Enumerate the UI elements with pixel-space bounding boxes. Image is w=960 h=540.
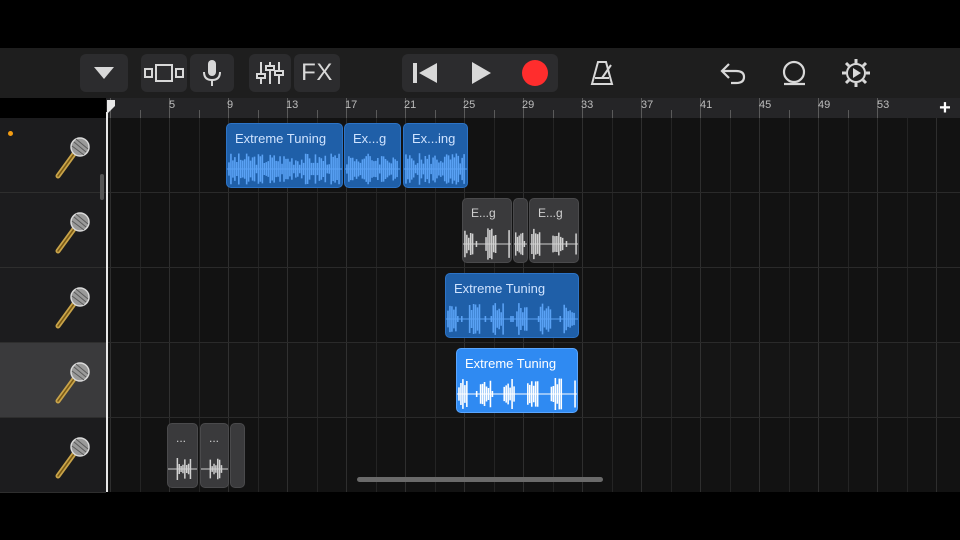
ruler-tick	[729, 110, 731, 118]
audio-region[interactable]: Extreme Tuning	[445, 273, 579, 338]
audio-region[interactable]: Ex...ing	[403, 123, 468, 188]
ruler-tick	[316, 110, 318, 118]
ruler-label: 25	[463, 99, 476, 111]
dropdown-icon	[93, 66, 115, 80]
undo-button[interactable]	[713, 54, 753, 92]
header-resize-handle[interactable]	[100, 174, 104, 200]
region-label: Extreme Tuning	[235, 131, 327, 146]
region-label: Extreme Tuning	[465, 356, 557, 371]
ruler-tick	[670, 110, 672, 118]
ruler-label: 37	[641, 99, 654, 111]
record-button[interactable]	[514, 54, 556, 92]
horizontal-scroll-indicator[interactable]	[357, 477, 603, 482]
ruler-tick	[375, 110, 377, 118]
settings-button[interactable]	[836, 54, 876, 92]
ruler-tick	[198, 110, 200, 118]
audio-region[interactable]: ...	[167, 423, 198, 488]
mixer-icon	[256, 60, 284, 86]
fx-label: FX	[301, 59, 333, 86]
fx-button[interactable]: FX	[294, 54, 340, 92]
audio-region[interactable]	[230, 423, 245, 488]
microphone-icon	[52, 436, 92, 480]
track-headers	[0, 118, 106, 493]
ruler-tick	[611, 110, 613, 118]
record-icon	[521, 59, 549, 87]
region-label: ...	[176, 431, 187, 445]
rewind-icon	[411, 61, 439, 85]
ruler-tick	[139, 110, 141, 118]
region-label: ...	[209, 431, 220, 445]
audio-region[interactable]: E...g	[462, 198, 512, 263]
play-button[interactable]	[460, 54, 502, 92]
loop-button[interactable]	[774, 54, 814, 92]
ruler-tick	[257, 110, 259, 118]
add-section-button[interactable]: +	[935, 98, 955, 118]
undo-icon	[719, 61, 747, 85]
play-icon	[469, 60, 493, 86]
settings-icon	[841, 58, 871, 88]
microphone-icon	[52, 136, 92, 180]
ruler-label: 53	[877, 99, 890, 111]
ruler-tick	[847, 110, 849, 118]
ruler-label: 21	[404, 99, 417, 111]
microphone-icon	[202, 59, 222, 87]
input-button[interactable]	[190, 54, 234, 92]
ruler-tick	[788, 110, 790, 118]
ruler-label: 33	[581, 99, 594, 111]
playhead	[106, 112, 108, 492]
track-activity-dot	[8, 131, 13, 136]
ruler-label: 45	[759, 99, 772, 111]
ruler-tick	[493, 110, 495, 118]
track-controls-button[interactable]	[80, 54, 128, 92]
metronome-button[interactable]	[582, 54, 622, 92]
microphone-icon	[52, 211, 92, 255]
ruler-label: 9	[227, 99, 234, 111]
audio-region[interactable]	[513, 198, 528, 263]
microphone-icon	[52, 286, 92, 330]
audio-region[interactable]: Ex...g	[344, 123, 401, 188]
region-label: E...g	[471, 206, 496, 220]
region-label: Ex...ing	[412, 131, 456, 146]
audio-region[interactable]: Extreme Tuning	[456, 348, 578, 413]
ruler-label: 41	[700, 99, 713, 111]
region-label: Ex...g	[353, 131, 387, 146]
audio-region[interactable]: ...	[200, 423, 229, 488]
control-bar: FX	[0, 48, 960, 98]
rewind-button[interactable]	[404, 54, 446, 92]
ruler-label: 5	[169, 99, 176, 111]
ruler-tick	[434, 110, 436, 118]
mixer-button[interactable]	[249, 54, 291, 92]
timeline-ruler[interactable]: 5 9 13 17 21 25 29 33 37 41 45 49 53	[106, 98, 960, 118]
track-header[interactable]	[0, 118, 106, 193]
tracks-view-icon	[143, 63, 185, 83]
ruler-label: 49	[818, 99, 831, 111]
tracks-view-button[interactable]	[141, 54, 187, 92]
track-header[interactable]	[0, 268, 106, 343]
metronome-icon	[589, 60, 615, 86]
audio-region[interactable]: E...g	[529, 198, 579, 263]
region-label: E...g	[538, 206, 563, 220]
tracks-area[interactable]: Extreme Tuning Ex...g Ex...ing E...g E...g Ex…	[106, 118, 960, 492]
track-header[interactable]	[0, 193, 106, 268]
ruler-label: 17	[345, 99, 358, 111]
microphone-icon	[52, 361, 92, 405]
ruler-label: 13	[286, 99, 299, 111]
region-label: Extreme Tuning	[454, 281, 546, 296]
track-header[interactable]	[0, 418, 106, 493]
ruler-label: 29	[522, 99, 535, 111]
ruler-tick	[552, 110, 554, 118]
audio-region[interactable]: Extreme Tuning	[226, 123, 343, 188]
track-header[interactable]	[0, 343, 106, 418]
loop-icon	[779, 60, 809, 86]
